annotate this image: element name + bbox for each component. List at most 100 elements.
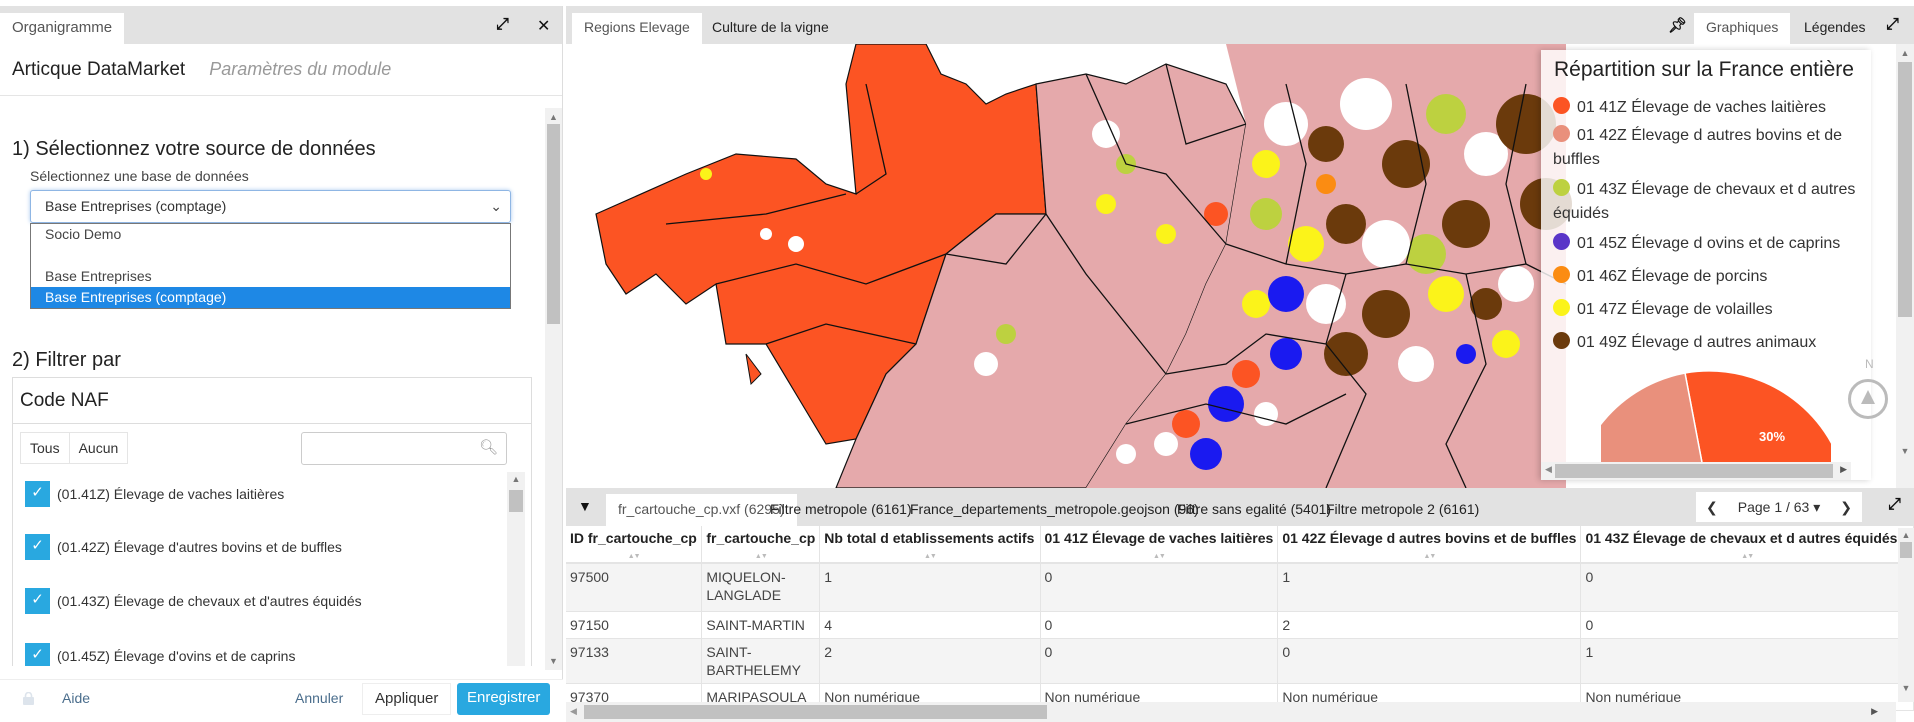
database-selected-value: Base Entreprises (comptage) — [45, 198, 227, 214]
scroll-left-icon[interactable]: ◀ — [570, 706, 577, 717]
scroll-down-icon[interactable]: ▼ — [1898, 683, 1914, 693]
tab-regions-elevage[interactable]: Regions Elevage — [572, 13, 702, 44]
scroll-thumb[interactable] — [547, 124, 560, 324]
table-cell: 0 — [1580, 611, 1914, 639]
column-header[interactable]: 01 42Z Élevage d autres bovins et de buf… — [1277, 526, 1582, 564]
module-title: Articque DataMarket — [12, 58, 186, 80]
scroll-left-icon[interactable]: ◀ — [1545, 464, 1552, 475]
pie-percent-label: 30% — [1759, 429, 1786, 444]
checkbox-checked-icon[interactable]: ✓ — [25, 481, 50, 507]
table-cell: 2 — [819, 638, 1041, 684]
close-icon[interactable]: ✕ — [537, 16, 550, 36]
panel-scrollbar[interactable]: ▲ ▼ — [545, 108, 562, 670]
map-region[interactable] — [745, 353, 762, 386]
sort-icon[interactable]: ▲▼ — [702, 553, 818, 560]
scroll-thumb[interactable] — [509, 490, 523, 512]
table-cell: SAINT-MARTIN — [701, 611, 821, 639]
scroll-thumb[interactable] — [1900, 542, 1912, 558]
legend-dot-icon — [1553, 266, 1570, 283]
help-link[interactable]: Aide — [62, 690, 90, 706]
db-option-selected[interactable]: Base Entreprises (comptage) — [31, 287, 510, 308]
column-header[interactable]: ID fr_cartouche_cp ▲▼ — [566, 526, 703, 564]
table-header-row: ID fr_cartouche_cp ▲▼ fr_cartouche_cp ▲▼ N… — [566, 526, 1914, 564]
table-tab[interactable]: Filtre metropole 2 (6161) — [1314, 494, 1491, 526]
compass-icon[interactable] — [1848, 379, 1888, 419]
select-all-button[interactable]: Tous — [21, 433, 69, 463]
column-header[interactable]: fr_cartouche_cp ▲▼ — [701, 526, 821, 564]
data-table-panel: ▼ fr_cartouche_cp.vxf (6295) Filtre metr… — [566, 488, 1914, 722]
table-cell: 0 — [1040, 611, 1279, 639]
scroll-up-icon[interactable]: ▲ — [1896, 48, 1914, 58]
scroll-down-icon[interactable]: ▼ — [545, 656, 562, 666]
sort-icon[interactable]: ▲▼ — [1278, 553, 1580, 560]
scroll-up-icon[interactable]: ▲ — [545, 112, 562, 122]
naf-checkbox-list: ✓ (01.41Z) Élevage de vaches laitières ✓… — [13, 472, 503, 666]
legend-hscrollbar[interactable]: ◀ ▶ — [1541, 462, 1851, 480]
map-tabbar: Regions Elevage Culture de la vigne 📌︎ G… — [566, 6, 1914, 44]
legend-dot-icon — [1553, 97, 1570, 114]
column-header[interactable]: 01 43Z Élevage de chevaux et d autres éq… — [1580, 526, 1914, 564]
db-option[interactable]: Base Entreprises — [31, 266, 510, 287]
expand-icon[interactable]: ⤢ — [1886, 16, 1899, 34]
legend-item: 01 41Z Élevage de vaches laitières — [1553, 96, 1863, 120]
scroll-thumb[interactable] — [1898, 62, 1912, 317]
scroll-thumb[interactable] — [584, 705, 1047, 719]
scroll-up-icon[interactable]: ▲ — [507, 474, 525, 484]
table-hscrollbar[interactable]: ◀ ▶ — [566, 702, 1896, 722]
next-page-icon[interactable]: ❯ — [1830, 492, 1862, 522]
scroll-down-icon[interactable]: ▼ — [1896, 446, 1914, 456]
select-none-button[interactable]: Aucun — [68, 433, 128, 463]
save-button[interactable]: Enregistrer — [457, 683, 551, 715]
collapse-chevron-icon[interactable]: ▼ — [578, 498, 592, 514]
map-panel: Regions Elevage Culture de la vigne 📌︎ G… — [566, 6, 1914, 488]
naf-list-scrollbar[interactable]: ▲ — [507, 472, 525, 666]
table-vscrollbar[interactable]: ▲ ▼ — [1898, 528, 1914, 702]
sort-icon[interactable]: ▲▼ — [1581, 553, 1912, 560]
lock-icon[interactable] — [22, 692, 35, 705]
legend-vscrollbar[interactable]: ▲ ▼ — [1896, 44, 1914, 488]
expand-icon[interactable]: ⤢ — [1888, 496, 1901, 514]
pin-icon[interactable]: 📌︎ — [1668, 16, 1687, 34]
table-tab[interactable]: France_departements_metropole.geojson (9… — [898, 494, 1211, 526]
legend-dot-icon — [1553, 332, 1570, 349]
scroll-thumb[interactable] — [1555, 464, 1833, 478]
cancel-button[interactable]: Annuler — [295, 690, 343, 706]
db-option[interactable] — [31, 245, 510, 266]
tab-culture-vigne[interactable]: Culture de la vigne — [700, 13, 841, 44]
tab-organigramme[interactable]: Organigramme — [0, 13, 125, 44]
choropleth-map[interactable]: Répartition sur la France entière 01 41Z… — [566, 44, 1914, 488]
naf-item[interactable]: ✓ (01.41Z) Élevage de vaches laitières — [25, 480, 284, 508]
tab-graphiques[interactable]: Graphiques — [1694, 13, 1791, 44]
scroll-up-icon[interactable]: ▲ — [1898, 530, 1914, 540]
checkbox-checked-icon[interactable]: ✓ — [25, 588, 50, 614]
prev-page-icon[interactable]: ❮ — [1696, 492, 1728, 522]
db-option[interactable]: Socio Demo — [31, 224, 510, 245]
table-row[interactable]: 97133 SAINT-BARTHELEMY 2 0 0 1 — [566, 638, 1914, 684]
page-selector[interactable]: Page 1 / 63 ▾ — [1728, 492, 1831, 522]
column-header[interactable]: 01 41Z Élevage de vaches laitières ▲▼ — [1040, 526, 1279, 564]
naf-item[interactable]: ✓ (01.43Z) Élevage de chevaux et d'autre… — [25, 587, 362, 615]
panel-footer: Aide Annuler Appliquer Enregistrer — [0, 679, 563, 722]
naf-search-input[interactable]: 🔍︎ — [301, 432, 507, 465]
naf-item-label: (01.45Z) Élevage d'ovins et de caprins — [57, 648, 296, 664]
scroll-right-icon[interactable]: ▶ — [1840, 464, 1847, 475]
sort-icon[interactable]: ▲▼ — [820, 553, 1039, 560]
column-header[interactable]: Nb total d etablissements actifs ▲▼ — [819, 526, 1041, 564]
legend-item: 01 46Z Élevage de porcins — [1553, 265, 1863, 289]
naf-item[interactable]: ✓ (01.42Z) Élevage d'autres bovins et de… — [25, 533, 342, 561]
naf-item[interactable]: ✓ (01.45Z) Élevage d'ovins et de caprins — [25, 642, 295, 666]
legend-dot-icon — [1553, 233, 1570, 250]
tab-legendes[interactable]: Légendes — [1792, 13, 1878, 44]
expand-icon[interactable]: ⤢ — [496, 16, 509, 34]
table-row[interactable]: 97150 SAINT-MARTIN 4 0 2 0 — [566, 611, 1914, 639]
database-select[interactable]: Base Entreprises (comptage) ⌄ — [30, 190, 511, 223]
table-row[interactable]: 97500 MIQUELON-LANGLADE 1 0 1 0 — [566, 563, 1914, 612]
module-subtitle: Paramètres du module — [209, 59, 392, 79]
checkbox-checked-icon[interactable]: ✓ — [25, 643, 50, 666]
sort-icon[interactable]: ▲▼ — [1041, 553, 1277, 560]
scroll-right-icon[interactable]: ▶ — [1871, 706, 1878, 717]
table-cell: 1 — [819, 563, 1041, 612]
sort-icon[interactable]: ▲▼ — [566, 553, 701, 560]
checkbox-checked-icon[interactable]: ✓ — [25, 534, 50, 560]
apply-button[interactable]: Appliquer — [362, 683, 452, 715]
